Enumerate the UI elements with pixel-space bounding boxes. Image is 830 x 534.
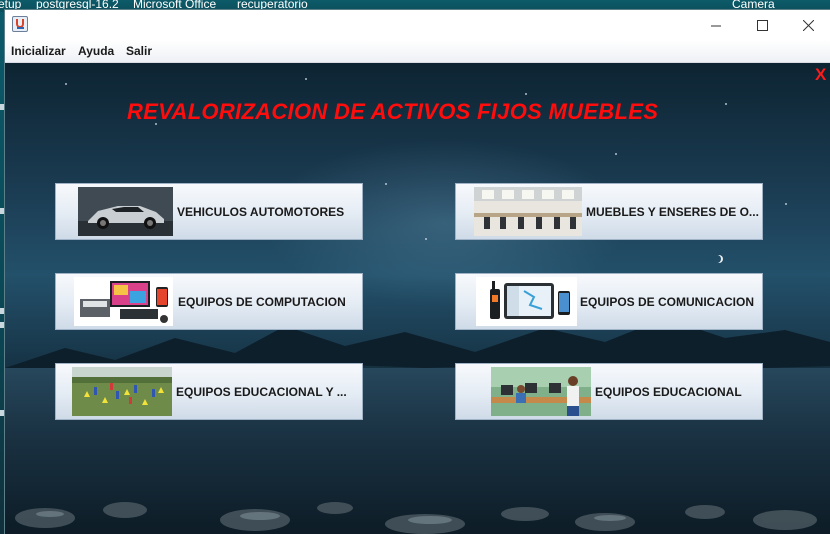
menu-bar: Inicializar Ayuda Salir [5, 40, 830, 63]
equipos-educacional-button[interactable]: EQUIPOS EDUCACIONAL [455, 363, 763, 420]
main-panel: X REVALORIZACION DE ACTIVOS FIJOS MUEBLE… [5, 63, 830, 534]
button-label: EQUIPOS DE COMUNICACION [580, 295, 755, 309]
office-furniture-image [474, 187, 582, 236]
equipos-educacional-y-button[interactable]: EQUIPOS EDUCACIONAL Y ... [55, 363, 363, 420]
menu-salir[interactable]: Salir [126, 44, 152, 58]
button-label: EQUIPOS EDUCACIONAL [595, 385, 742, 399]
title-bar[interactable] [5, 10, 830, 40]
equipos-comunicacion-button[interactable]: EQUIPOS DE COMUNICACION [455, 273, 763, 330]
vehiculos-automotores-button[interactable]: VEHICULOS AUTOMOTORES [55, 183, 363, 240]
sports-field-image [72, 367, 172, 416]
minimize-icon [710, 25, 721, 26]
java-app-icon [12, 16, 28, 32]
muebles-enseres-button[interactable]: MUEBLES Y ENSERES DE O... [455, 183, 763, 240]
maximize-button[interactable] [739, 10, 785, 40]
sports-car-image [78, 187, 173, 236]
moon-icon [713, 255, 721, 263]
computer-equipment-image [74, 277, 173, 326]
button-label: MUEBLES Y ENSERES DE O... [586, 205, 759, 219]
communication-devices-image [476, 277, 577, 326]
classroom-students-image [491, 367, 591, 416]
menu-ayuda[interactable]: Ayuda [78, 44, 114, 58]
close-panel-button[interactable]: X [815, 65, 826, 85]
close-icon [802, 19, 814, 31]
equipos-computacion-button[interactable]: EQUIPOS DE COMPUTACION [55, 273, 363, 330]
application-window: Inicializar Ayuda Salir X REVALORIZACION… [5, 10, 830, 534]
menu-inicializar[interactable]: Inicializar [11, 44, 66, 58]
maximize-icon [756, 19, 768, 31]
minimize-button[interactable] [693, 10, 739, 40]
button-label: VEHICULOS AUTOMOTORES [177, 205, 345, 219]
button-label: EQUIPOS DE COMPUTACION [178, 295, 346, 309]
background-rocks [15, 502, 817, 534]
close-button[interactable] [785, 10, 830, 40]
button-label: EQUIPOS EDUCACIONAL Y ... [176, 385, 347, 399]
